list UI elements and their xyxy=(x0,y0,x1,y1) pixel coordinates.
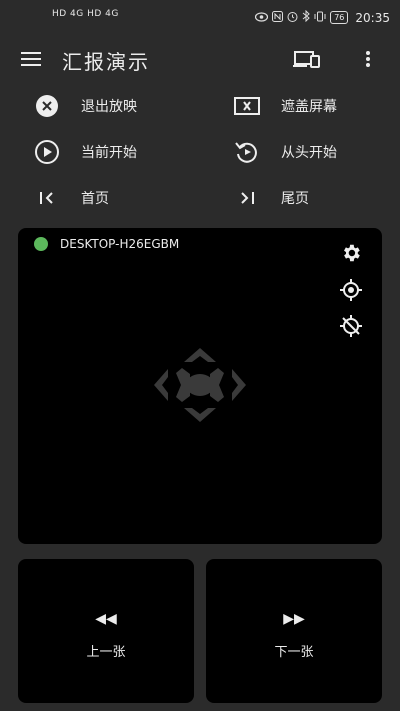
next-slide-label: 下一张 xyxy=(274,645,314,660)
page-title: 汇报演示 xyxy=(62,50,150,74)
cancel-box-icon xyxy=(233,92,261,120)
network-indicators: HD 4G HD 4G xyxy=(52,9,119,19)
exit-show-button[interactable]: 退出放映 xyxy=(33,91,193,121)
skip-first-icon xyxy=(33,184,61,212)
last-page-button[interactable]: 尾页 xyxy=(233,183,393,213)
gps-locate-icon[interactable] xyxy=(333,272,369,308)
close-circle-icon xyxy=(33,92,61,120)
alarm-icon xyxy=(287,11,298,25)
black-screen-button[interactable]: 遮盖屏幕 xyxy=(233,91,393,121)
start-beginning-label: 从头开始 xyxy=(281,145,337,161)
status-bar: HD 4G HD 4G 76 20:35 xyxy=(0,0,400,34)
eye-icon xyxy=(255,11,269,25)
exit-show-label: 退出放映 xyxy=(81,99,137,115)
first-page-button[interactable]: 首页 xyxy=(33,183,193,213)
battery-indicator: 76 xyxy=(330,11,349,24)
replay-icon xyxy=(233,138,261,166)
black-screen-label: 遮盖屏幕 xyxy=(281,99,337,115)
previous-slide-button[interactable]: ◀◀ 上一张 xyxy=(18,559,194,703)
next-slide-button[interactable]: ▶▶ 下一张 xyxy=(206,559,382,703)
remote-control-panel[interactable]: DESKTOP-H26EGBM xyxy=(18,228,382,544)
skip-last-icon xyxy=(233,184,261,212)
start-beginning-button[interactable]: 从头开始 xyxy=(233,137,393,167)
bluetooth-icon xyxy=(302,9,310,25)
fast-forward-icon: ▶▶ xyxy=(283,611,305,627)
connection-status-dot xyxy=(34,237,48,251)
start-current-label: 当前开始 xyxy=(81,145,137,161)
start-current-button[interactable]: 当前开始 xyxy=(33,137,193,167)
first-page-label: 首页 xyxy=(81,191,109,207)
direction-pad-icon[interactable] xyxy=(154,348,246,422)
gps-off-icon[interactable] xyxy=(333,308,369,344)
app-bar: 汇报演示 xyxy=(0,38,400,82)
devices-icon[interactable] xyxy=(291,46,323,72)
vibrate-icon xyxy=(314,11,326,25)
previous-slide-label: 上一张 xyxy=(86,645,126,660)
device-name: DESKTOP-H26EGBM xyxy=(60,237,180,251)
last-page-label: 尾页 xyxy=(281,191,309,207)
rewind-icon: ◀◀ xyxy=(95,611,117,627)
clock: 20:35 xyxy=(355,10,390,25)
more-vert-icon[interactable] xyxy=(358,46,378,72)
settings-icon[interactable] xyxy=(333,235,369,271)
play-circle-icon xyxy=(33,138,61,166)
nfc-icon xyxy=(272,10,284,25)
menu-icon[interactable] xyxy=(18,46,44,72)
